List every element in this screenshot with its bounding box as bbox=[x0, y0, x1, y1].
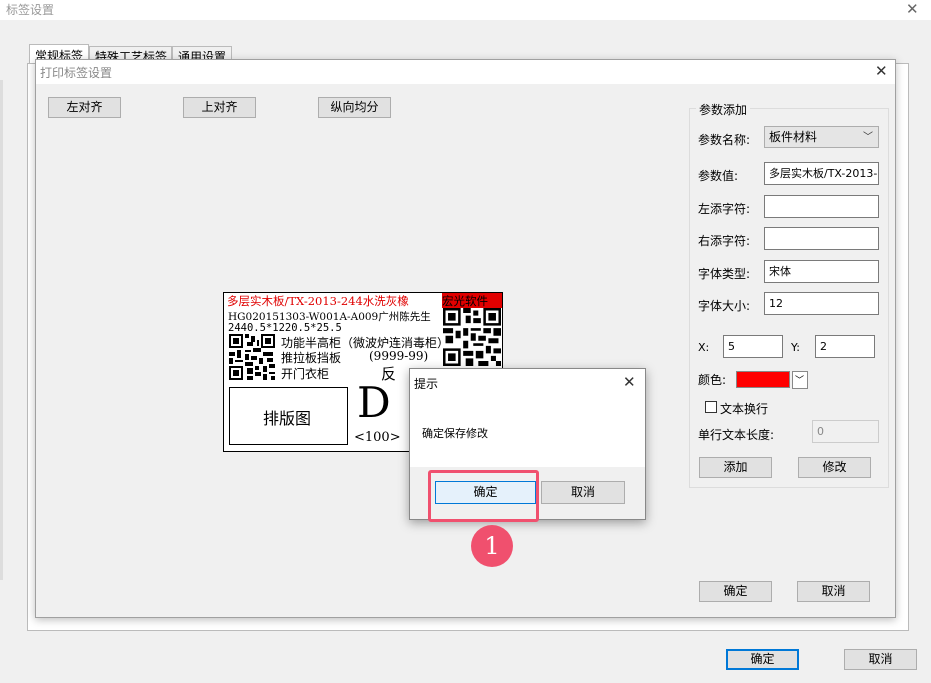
y-input[interactable]: 2 bbox=[815, 335, 875, 358]
font-type-label: 字体类型: bbox=[698, 267, 751, 281]
line-length-input[interactable]: 0 bbox=[812, 420, 879, 443]
print-dialog-close-icon[interactable]: ✕ bbox=[875, 64, 888, 79]
y-label: Y: bbox=[791, 341, 800, 354]
confirm-close-icon[interactable]: ✕ bbox=[623, 375, 636, 390]
align-left-button[interactable]: 左对齐 bbox=[48, 97, 121, 118]
label-line-door[interactable]: 开门衣柜 bbox=[281, 365, 329, 382]
outer-ok-button[interactable]: 确定 bbox=[726, 649, 799, 670]
param-value-label: 参数值: bbox=[698, 169, 739, 183]
wrap-label: 文本换行 bbox=[720, 402, 769, 416]
color-dropdown-button[interactable]: ﹀ bbox=[792, 371, 808, 389]
modify-param-button[interactable]: 修改 bbox=[798, 457, 871, 478]
label-line-panel[interactable]: 推拉板挡板 bbox=[281, 349, 341, 366]
chevron-down-icon: ﹀ bbox=[795, 376, 805, 386]
param-group-title: 参数添加 bbox=[696, 101, 751, 118]
print-dialog: 打印标签设置 ✕ 左对齐 上对齐 纵向均分 多层实木板/TX-2013-244水… bbox=[35, 59, 896, 618]
label-line-size[interactable]: 2440.5*1220.5*25.5 bbox=[228, 322, 342, 334]
left-append-label: 左添字符: bbox=[698, 202, 751, 216]
print-dialog-title: 打印标签设置 bbox=[40, 66, 113, 80]
qr-code-icon bbox=[229, 334, 275, 380]
wrap-checkbox[interactable] bbox=[705, 401, 717, 413]
label-line-material[interactable]: 多层实木板/TX-2013-244水洗灰橡 bbox=[227, 293, 409, 309]
right-append-input[interactable] bbox=[764, 227, 879, 250]
confirm-title-bar: 提示 ✕ bbox=[410, 369, 645, 395]
print-dialog-cancel-button[interactable]: 取消 bbox=[797, 581, 870, 602]
highlight-box bbox=[428, 470, 539, 522]
x-input[interactable]: 5 bbox=[723, 335, 783, 358]
font-size-label: 字体大小: bbox=[698, 299, 751, 313]
print-dialog-ok-button[interactable]: 确定 bbox=[699, 581, 772, 602]
line-length-label: 单行文本长度: bbox=[698, 428, 775, 442]
left-edge-strip bbox=[0, 80, 3, 580]
add-param-button[interactable]: 添加 bbox=[699, 457, 772, 478]
param-name-value: 板件材料 bbox=[769, 130, 818, 144]
label-layout-box[interactable]: 排版图 bbox=[229, 387, 348, 445]
color-swatch[interactable] bbox=[736, 371, 790, 388]
outer-title-bar: 标签设置 ✕ bbox=[0, 0, 931, 20]
font-size-input[interactable]: 12 bbox=[764, 292, 879, 315]
label-count[interactable]: <100> bbox=[354, 430, 401, 445]
param-group: 参数添加 参数名称: 板件材料 ﹀ 参数值: 多层实木板/TX-2013- 左添… bbox=[689, 101, 889, 488]
label-corner-text: 宏光软件 bbox=[442, 294, 488, 308]
confirm-cancel-button[interactable]: 取消 bbox=[541, 481, 625, 504]
label-panel-code[interactable]: (9999-99) bbox=[369, 349, 428, 363]
param-value-input[interactable]: 多层实木板/TX-2013- bbox=[764, 162, 879, 185]
print-dialog-title-bar: 打印标签设置 ✕ bbox=[36, 60, 895, 84]
param-name-label: 参数名称: bbox=[698, 133, 751, 147]
confirm-title: 提示 bbox=[414, 377, 439, 391]
color-label: 颜色: bbox=[698, 373, 727, 387]
step-number: 1 bbox=[484, 532, 500, 560]
right-append-label: 右添字符: bbox=[698, 234, 751, 248]
label-big-letter[interactable]: D bbox=[357, 379, 391, 427]
distribute-vertical-button[interactable]: 纵向均分 bbox=[318, 97, 391, 118]
chevron-down-icon: ﹀ bbox=[863, 132, 873, 143]
outer-close-icon[interactable]: ✕ bbox=[906, 2, 919, 17]
outer-title: 标签设置 bbox=[6, 3, 55, 17]
x-label: X: bbox=[698, 341, 710, 354]
font-type-input[interactable]: 宋体 bbox=[764, 260, 879, 283]
param-name-select[interactable]: 板件材料 ﹀ bbox=[764, 126, 879, 148]
outer-cancel-button[interactable]: 取消 bbox=[844, 649, 917, 670]
label-layout-text: 排版图 bbox=[263, 409, 312, 428]
confirm-message: 确定保存修改 bbox=[422, 427, 488, 440]
left-append-input[interactable] bbox=[764, 195, 879, 218]
align-top-button[interactable]: 上对齐 bbox=[183, 97, 256, 118]
step-badge: 1 bbox=[471, 525, 513, 567]
qr-code-icon bbox=[443, 308, 501, 366]
